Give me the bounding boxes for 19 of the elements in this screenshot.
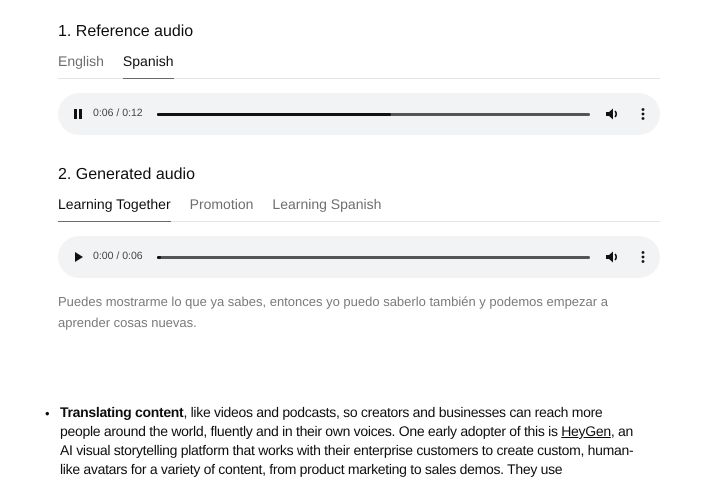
tab[interactable]: English bbox=[58, 50, 104, 79]
tab[interactable]: Promotion bbox=[190, 193, 254, 222]
caption-text: Puedes mostrarme lo que ya sabes, entonces yo puedo saberlo también y podemos empezar a aprender cosas nuevas. bbox=[58, 293, 609, 332]
section-heading: 1. Reference audio bbox=[58, 22, 194, 42]
time-display: 0:06 / 0:12 bbox=[93, 106, 143, 122]
time-display: 0:00 / 0:06 bbox=[93, 249, 143, 264]
section-heading: 2. Generated audio bbox=[58, 165, 196, 185]
progress-track[interactable] bbox=[156, 112, 590, 116]
tab[interactable]: Spanish bbox=[122, 50, 174, 79]
volume-icon[interactable] bbox=[604, 106, 620, 122]
more-options-icon[interactable] bbox=[640, 249, 646, 265]
tab[interactable]: Learning Together bbox=[58, 193, 171, 222]
tab[interactable]: Learning Spanish bbox=[272, 193, 382, 222]
more-options-icon[interactable] bbox=[640, 106, 646, 122]
text-link[interactable]: HeyGen bbox=[561, 423, 611, 439]
paragraph-text: Translating content, like videos and podcasts, so creators and businesses can reach more people around the world, fluently and in their own voices. One early adopter of this is HeyGen, an AI visual storytelling platform that works with their enterprise customers to create custom, human-like avatars for a variety of content, from product marketing to sales demos. They use bbox=[60, 403, 634, 479]
volume-icon[interactable] bbox=[604, 249, 620, 265]
bullet-marker: • bbox=[45, 405, 51, 423]
progress-track[interactable] bbox=[156, 256, 590, 258]
